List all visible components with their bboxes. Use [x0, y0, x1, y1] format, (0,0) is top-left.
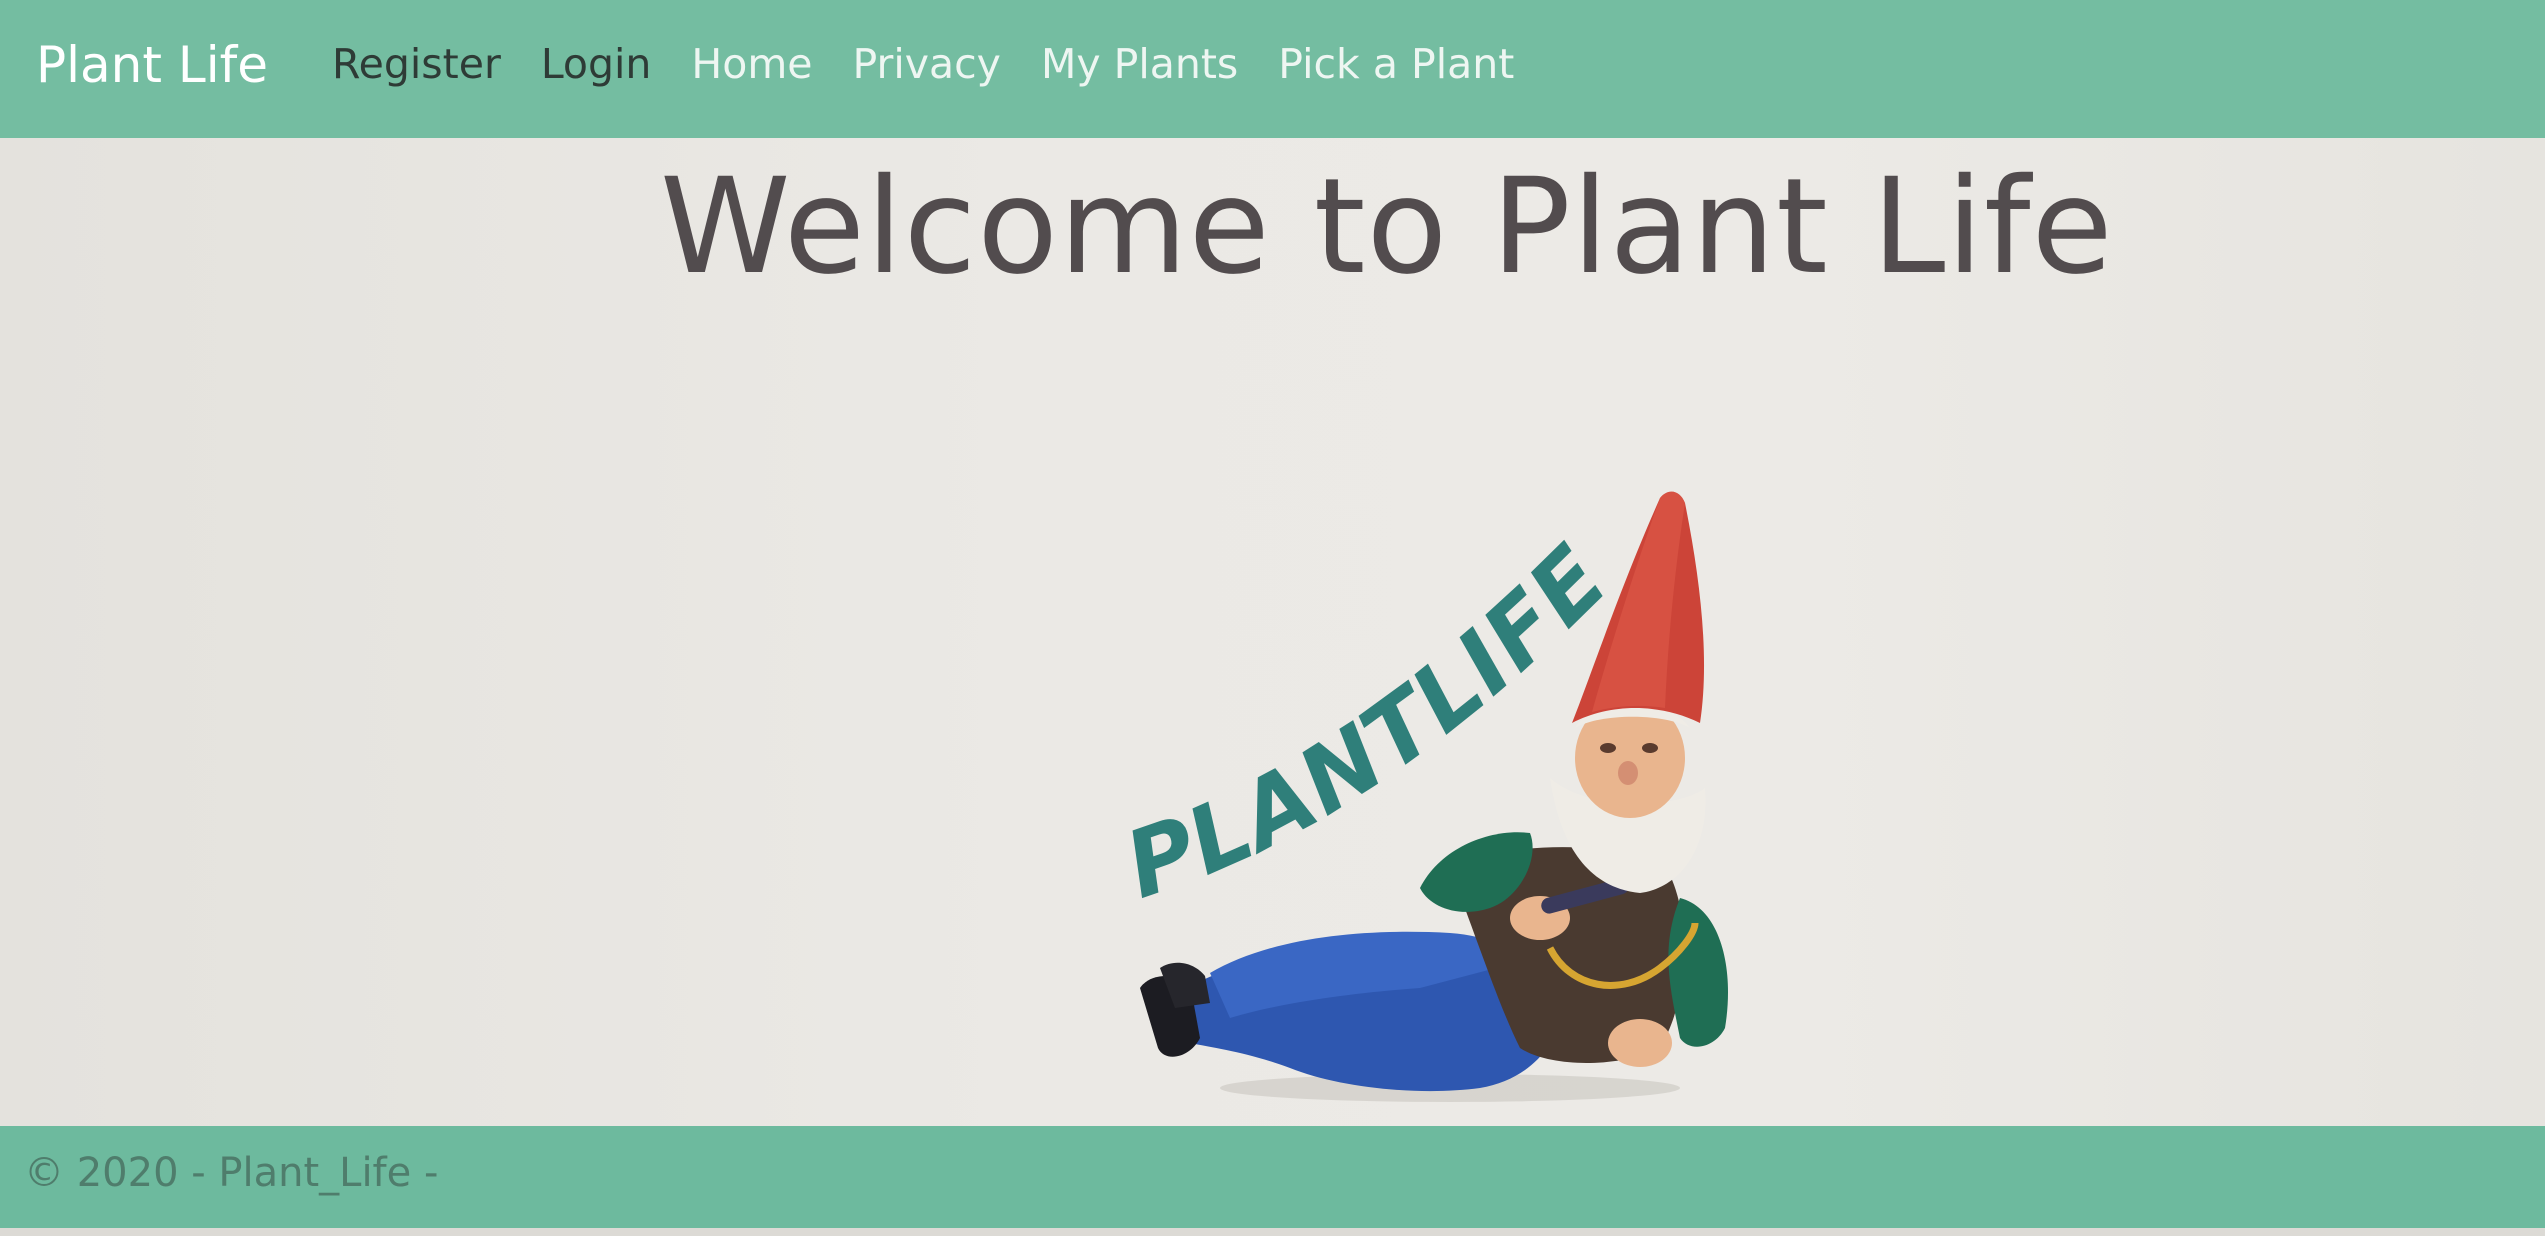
- nav-link-login[interactable]: Login: [541, 40, 652, 88]
- page: Plant Life Register Login Home Privacy M…: [0, 0, 2545, 1236]
- nav-link-pick-a-plant[interactable]: Pick a Plant: [1278, 40, 1514, 88]
- nav-link-home[interactable]: Home: [691, 40, 812, 88]
- top-navbar: Plant Life Register Login Home Privacy M…: [0, 0, 2545, 138]
- nav-links: Register Login Home Privacy My Plants Pi…: [332, 40, 1554, 88]
- nav-link-register[interactable]: Register: [332, 40, 501, 88]
- main-content: Welcome to Plant Life PLANTLIFE: [0, 138, 2545, 1126]
- footer-copyright: © 2020 - Plant_Life -: [24, 1150, 439, 1196]
- footer: © 2020 - Plant_Life -: [0, 1126, 2545, 1228]
- brand-link[interactable]: Plant Life: [36, 36, 268, 94]
- nav-link-privacy[interactable]: Privacy: [853, 40, 1001, 88]
- nav-link-my-plants[interactable]: My Plants: [1041, 40, 1238, 88]
- page-title: Welcome to Plant Life: [660, 150, 2114, 304]
- bottom-edge: [0, 1228, 2545, 1236]
- plantlife-logo: PLANTLIFE: [1120, 491, 1728, 1102]
